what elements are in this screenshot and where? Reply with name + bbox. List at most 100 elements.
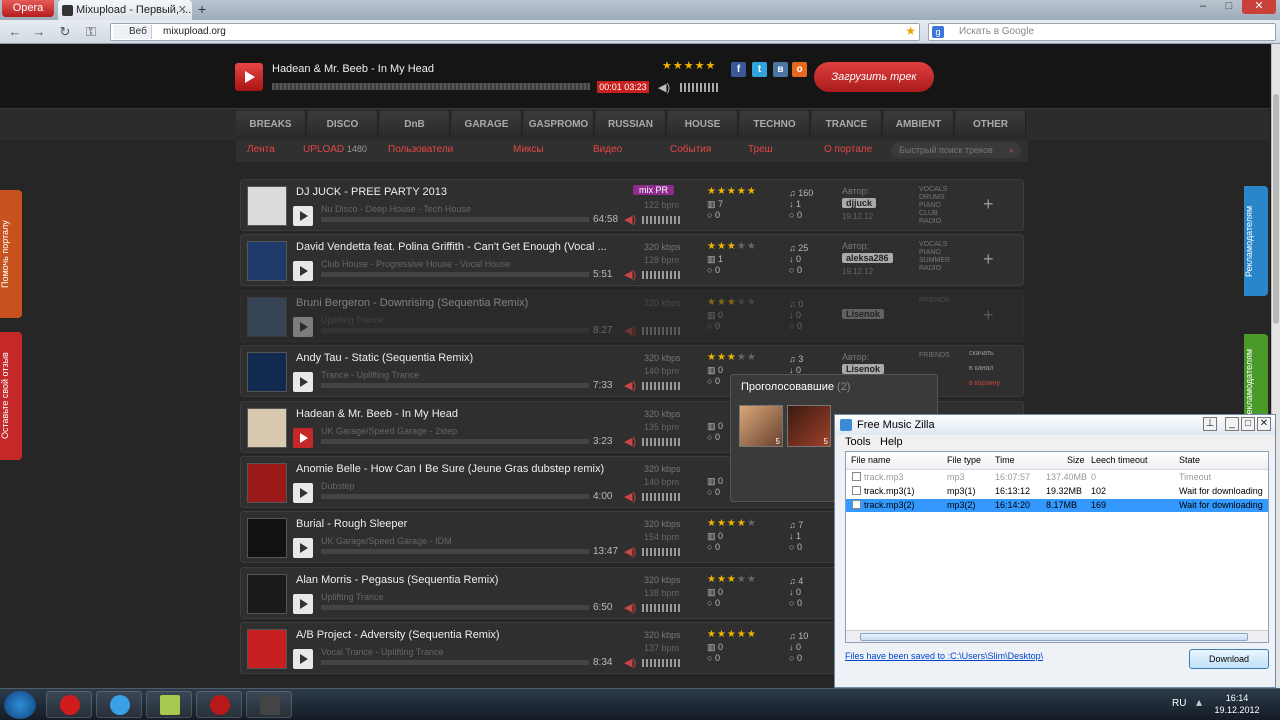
player-progress-bar[interactable] [272,83,590,90]
track-cover[interactable] [247,463,287,503]
track-volume-slider[interactable] [642,271,682,279]
fmz-minimize-icon[interactable]: _ [1225,417,1239,431]
track-volume-icon[interactable]: ◀) [624,601,636,614]
track-volume-icon[interactable]: ◀) [624,324,636,337]
track-play-button[interactable] [293,428,313,448]
track-play-button[interactable] [293,372,313,392]
track-progress-bar[interactable] [321,328,589,333]
key-icon[interactable]: ⚿ [82,24,100,40]
menu-help[interactable]: Help [880,436,903,448]
opera-menu-button[interactable]: Opera [2,0,54,17]
genre-ambient[interactable]: AMBIENT [884,111,954,139]
track-cover[interactable] [247,518,287,558]
track-title[interactable]: DJ JUCK - PREE PARTY 2013 [296,186,626,198]
track-tags[interactable]: Dubstep [321,481,355,491]
col-leech-timeout[interactable]: Leech timeout [1091,455,1148,465]
vkontakte-icon[interactable]: в [773,62,788,77]
quick-search-input[interactable]: Быстрый поиск треков ⌕ [891,142,1021,158]
subnav-events[interactable]: События [670,144,711,155]
taskbar-opera[interactable] [46,691,92,718]
window-close-icon[interactable]: ✕ [1242,0,1276,14]
track-cover[interactable] [247,297,287,337]
track-rating-stars[interactable]: ★★★★★ [707,352,757,363]
advertisers-tab[interactable]: Рекламодателям [1244,186,1268,296]
new-tab-icon[interactable]: + [198,1,206,17]
track-volume-slider[interactable] [642,493,682,501]
track-volume-slider[interactable] [642,548,682,556]
track-cover[interactable] [247,241,287,281]
track-volume-icon[interactable]: ◀) [624,379,636,392]
track-tags[interactable]: Trance - Uplifting Trance [321,370,419,380]
subnav-upload[interactable]: UPLOAD 1480 [303,144,367,155]
taskbar-itunes[interactable] [96,691,142,718]
track-progress-bar[interactable] [321,605,589,610]
taskbar-notes[interactable] [146,691,192,718]
track-play-button[interactable] [293,317,313,337]
saved-path-link[interactable]: Files have been saved to :C:\Users\Slim\… [845,651,1043,661]
tab-close-icon[interactable]: ✕ [178,0,187,20]
download-row[interactable]: track.mp3 mp3 16:07:57 137.40MB 0 Timeout [846,471,1268,484]
track-volume-slider[interactable] [642,438,682,446]
track-volume-slider[interactable] [642,382,682,390]
track-play-button[interactable] [293,594,313,614]
subnav-mixes[interactable]: Миксы [513,144,544,155]
track-tags[interactable]: Club House - Progressive House - Vocal H… [321,259,511,269]
author-badge[interactable]: djjuck [842,198,877,208]
track-progress-bar[interactable] [321,272,589,277]
volume-icon[interactable]: ◀) [658,81,670,94]
to-cart-link[interactable]: в корзину [969,380,1000,387]
track-progress-bar[interactable] [321,494,589,499]
subnav-feed[interactable]: Лента [247,144,275,155]
track-volume-slider[interactable] [642,327,682,335]
row-checkbox[interactable]: ✓ [852,500,861,509]
track-rating-stars[interactable]: ★★★★★ [707,574,757,585]
subnav-video[interactable]: Видео [593,144,622,155]
track-volume-icon[interactable]: ◀) [624,268,636,281]
genre-trance[interactable]: TRANCE [812,111,882,139]
subnav-users[interactable]: Пользователи [388,144,453,155]
track-play-button[interactable] [293,649,313,669]
subnav-trash[interactable]: Треш [748,144,773,155]
track-volume-icon[interactable]: ◀) [624,656,636,669]
track-volume-slider[interactable] [642,216,682,224]
genre-gaspromo[interactable]: GASPROMO [524,111,594,139]
track-title[interactable]: Bruni Bergeron - Downrising (Sequentia R… [296,297,626,309]
subnav-about[interactable]: О портале [824,144,872,155]
col-file-type[interactable]: File type [947,455,981,465]
track-tags[interactable]: Uplifting Trance [321,592,384,602]
track-title[interactable]: A/B Project - Adversity (Sequentia Remix… [296,629,626,641]
fmz-maximize-icon[interactable]: □ [1241,417,1255,431]
track-play-button[interactable] [293,483,313,503]
twitter-icon[interactable]: t [752,62,767,77]
to-channel-link[interactable]: в канал [969,365,994,372]
track-row[interactable]: DJ JUCK - PREE PARTY 2013 Nu Disco - Deep… [240,179,1024,231]
track-progress-bar[interactable] [321,549,589,554]
col-state[interactable]: State [1179,455,1200,465]
track-play-button[interactable] [293,206,313,226]
track-rating-stars[interactable]: ★★★★★ [707,297,757,308]
genre-garage[interactable]: GARAGE [452,111,522,139]
author-badge[interactable]: Lisenok [842,309,885,319]
col-file-name[interactable]: File name [851,455,891,465]
author-badge[interactable]: aleksa286 [842,253,893,263]
back-icon[interactable]: ← [6,24,24,40]
odnoklassniki-icon[interactable]: о [792,62,807,77]
fmz-scroll-thumb[interactable] [860,633,1248,641]
track-volume-icon[interactable]: ◀) [624,435,636,448]
url-field[interactable]: Веб mixupload.org ★ [110,23,920,41]
genre-techno[interactable]: TECHNO [740,111,810,139]
track-progress-bar[interactable] [321,217,589,222]
track-progress-bar[interactable] [321,439,589,444]
fmz-file-list[interactable]: File name File type Time Size Leech time… [845,451,1269,643]
pin-icon[interactable]: ⊥ [1203,417,1217,431]
forward-icon[interactable]: → [30,24,48,40]
help-portal-tab[interactable]: Помочь порталу [0,190,22,318]
tab-mixupload[interactable]: Mixupload - Первый, ... ✕ [58,0,192,20]
track-title[interactable]: Alan Morris - Pegasus (Sequentia Remix) [296,574,626,586]
col-size[interactable]: Size [1067,455,1085,465]
track-rating-stars[interactable]: ★★★★★ [707,518,757,529]
track-cover[interactable] [247,629,287,669]
voter-avatar[interactable]: 5 [739,405,783,447]
genre-breaks[interactable]: BREAKS [236,111,306,139]
voter-avatar[interactable]: 5 [787,405,831,447]
